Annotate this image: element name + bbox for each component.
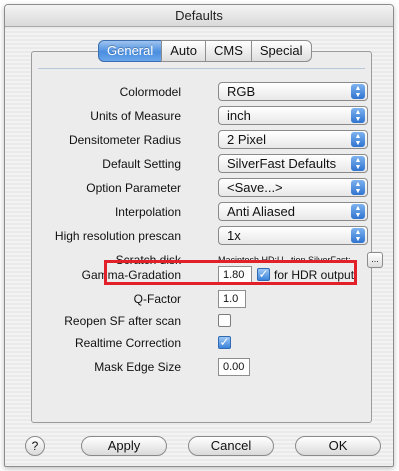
realtime-label: Realtime Correction (74, 336, 181, 350)
popup-arrows-icon: ▲ ▼ (351, 228, 365, 243)
hdr-output-checkbox[interactable]: ✓ (257, 268, 270, 281)
colormodel-value: RGB (227, 84, 256, 99)
popup-arrows-icon: ▲ ▼ (351, 84, 365, 99)
tab-bar: General Auto CMS Special (98, 40, 312, 62)
tab-auto[interactable]: Auto (161, 40, 206, 62)
default-setting-label: Default Setting (102, 157, 181, 171)
reopen-checkbox[interactable] (218, 314, 231, 327)
interpolation-value: Anti Aliased (227, 204, 295, 219)
colormodel-row: Colormodel RGB ▲ ▼ (32, 82, 371, 102)
popup-arrows-icon: ▲ ▼ (351, 108, 365, 123)
units-label: Units of Measure (90, 109, 181, 123)
cancel-button[interactable]: Cancel (188, 436, 274, 456)
densitometer-popup[interactable]: 2 Pixel ▲ ▼ (218, 130, 368, 149)
gamma-row: Gamma-Gradation 1.80 ✓ for HDR output (32, 265, 371, 285)
prescan-value: 1x (227, 228, 241, 243)
gamma-input[interactable]: 1.80 (218, 266, 252, 284)
default-setting-row: Default Setting SilverFast Defaults ▲ ▼ (32, 154, 371, 174)
qfactor-label: Q-Factor (133, 292, 181, 306)
help-icon[interactable]: ? (25, 436, 45, 456)
prescan-row: High resolution prescan 1x ▲ ▼ (32, 226, 371, 246)
popup-arrows-icon: ▲ ▼ (351, 180, 365, 195)
option-parameter-value: <Save...> (227, 180, 283, 195)
defaults-window: Defaults General Auto CMS Special Colorm… (4, 4, 394, 467)
popup-arrows-icon: ▲ ▼ (351, 204, 365, 219)
ok-button[interactable]: OK (295, 436, 381, 456)
qfactor-row: Q-Factor 1.0 (32, 289, 371, 309)
button-bar: ? Apply Cancel OK (5, 431, 393, 461)
densitometer-label: Densitometer Radius (68, 133, 181, 147)
densitometer-value: 2 Pixel (227, 132, 267, 147)
units-value: inch (227, 108, 251, 123)
default-setting-popup[interactable]: SilverFast Defaults ▲ ▼ (218, 154, 368, 173)
mask-edge-row: Mask Edge Size 0.00 (32, 357, 371, 377)
prescan-label: High resolution prescan (54, 229, 181, 243)
gamma-label: Gamma-Gradation (81, 268, 181, 282)
colormodel-popup[interactable]: RGB ▲ ▼ (218, 82, 368, 101)
units-popup[interactable]: inch ▲ ▼ (218, 106, 368, 125)
realtime-checkbox[interactable]: ✓ (218, 336, 231, 349)
option-parameter-row: Option Parameter <Save...> ▲ ▼ (32, 178, 371, 198)
interpolation-label: Interpolation (114, 205, 181, 219)
realtime-row: Realtime Correction ✓ (32, 333, 371, 353)
mask-edge-label: Mask Edge Size (94, 360, 181, 374)
prescan-popup[interactable]: 1x ▲ ▼ (218, 226, 368, 245)
option-parameter-label: Option Parameter (86, 181, 181, 195)
units-row: Units of Measure inch ▲ ▼ (32, 106, 371, 126)
window-title: Defaults (5, 5, 393, 27)
general-tab-pane: Colormodel RGB ▲ ▼ Units of Measure inch … (31, 51, 383, 423)
densitometer-row: Densitometer Radius 2 Pixel ▲ ▼ (32, 130, 371, 150)
reopen-label: Reopen SF after scan (64, 314, 181, 328)
default-setting-value: SilverFast Defaults (227, 156, 337, 171)
reopen-row: Reopen SF after scan (32, 311, 371, 331)
mask-edge-input[interactable]: 0.00 (218, 358, 250, 376)
tab-special[interactable]: Special (250, 40, 312, 62)
pane-divider (38, 68, 365, 69)
popup-arrows-icon: ▲ ▼ (351, 156, 365, 171)
apply-button[interactable]: Apply (81, 436, 167, 456)
tab-cms[interactable]: CMS (205, 40, 252, 62)
popup-arrows-icon: ▲ ▼ (351, 132, 365, 147)
qfactor-input[interactable]: 1.0 (218, 290, 246, 308)
tab-general[interactable]: General (98, 40, 163, 62)
hdr-output-label: for HDR output (274, 268, 355, 282)
interpolation-popup[interactable]: Anti Aliased ▲ ▼ (218, 202, 368, 221)
colormodel-label: Colormodel (119, 85, 181, 99)
option-parameter-popup[interactable]: <Save...> ▲ ▼ (218, 178, 368, 197)
interpolation-row: Interpolation Anti Aliased ▲ ▼ (32, 202, 371, 222)
